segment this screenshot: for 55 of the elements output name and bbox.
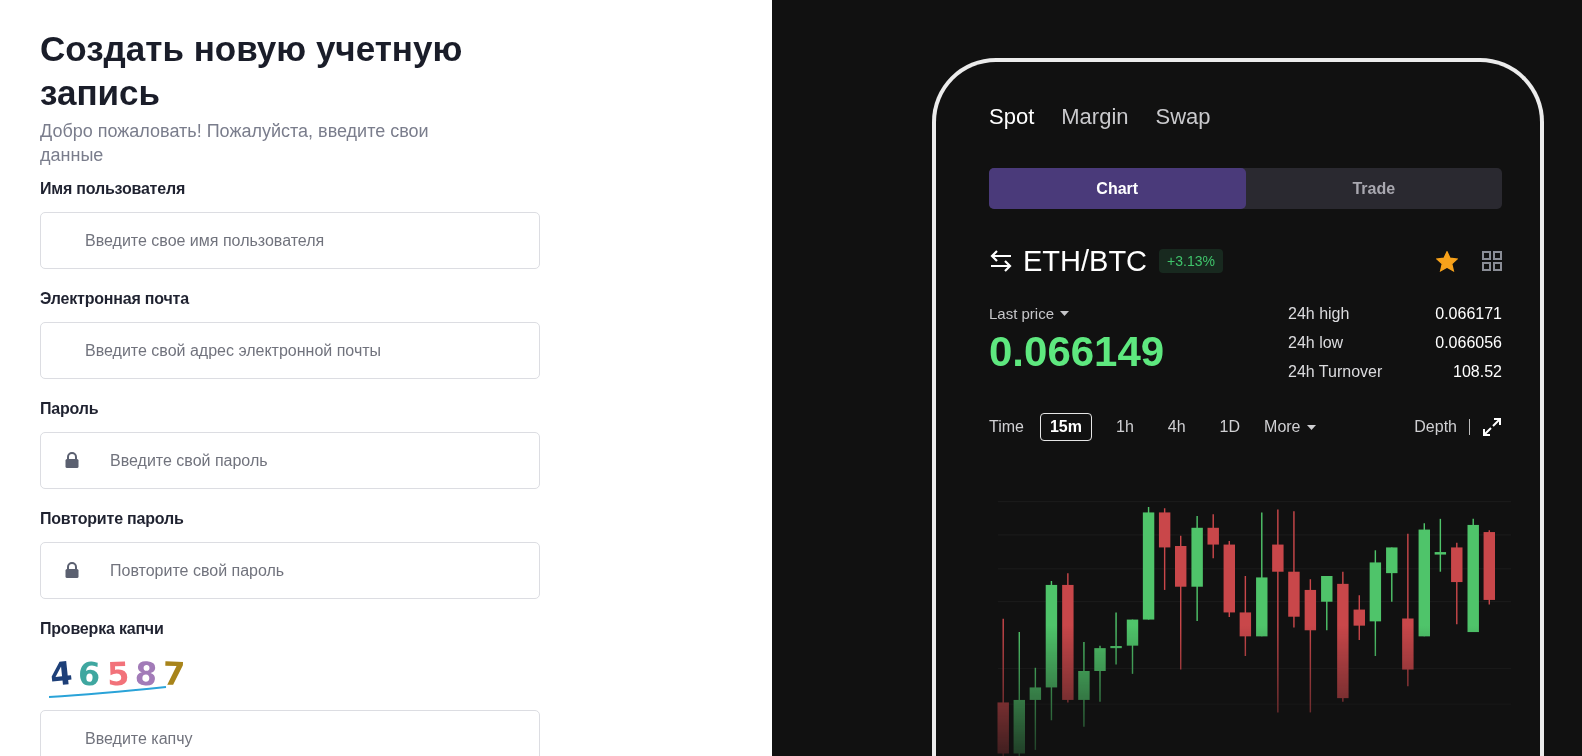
interval-tab[interactable]: 1D [1209,413,1251,441]
stat-label: 24h high [1288,304,1351,324]
market-tab[interactable]: Margin [1061,104,1129,130]
captcha-field[interactable]: Введите капчу [40,710,540,756]
page-title: Создать новую учетную запись [40,28,464,114]
stat-value: 108.52 [1452,362,1502,382]
swap-arrows-icon[interactable] [989,250,1013,272]
candle [1353,594,1365,641]
depth-button[interactable]: Depth [1414,418,1457,436]
field-label: Пароль [40,399,100,419]
captcha-character: 8 [133,653,159,695]
candle [1094,644,1106,703]
caret-icon[interactable] [1306,424,1316,430]
last-price: 0.066149 [989,328,1165,376]
welcome-text: Добро пожаловать! Пожалуйста, введите свои данные [40,120,430,167]
expand-icon[interactable] [1482,417,1502,437]
input-field[interactable]: Введите свой адрес электронной почты [40,322,540,379]
interval-tab[interactable]: 1h [1106,413,1144,441]
market-tab[interactable]: Spot [989,104,1035,130]
change-badge: +3.13% [1159,249,1223,273]
candle [1434,518,1447,573]
stat-label: 24h Turnover [1288,362,1384,382]
stat-label: 24h low [1288,333,1345,353]
captcha-character: 6 [77,653,102,695]
field-label: Повторите пароль [40,509,185,529]
password-field[interactable]: Повторите свой пароль [40,542,540,599]
market-tab[interactable]: Swap [1155,104,1211,130]
captcha-character: 4 [47,652,75,696]
more-button[interactable]: More [1264,418,1301,436]
time-label: Time [989,418,1024,436]
field-label: Электронная почта [40,289,191,309]
candle [1126,618,1139,675]
lock-icon [65,452,79,468]
trading-pair: ETH/BTC [1023,244,1148,278]
field-label: Имя пользователя [40,179,187,199]
lock-icon [65,562,79,578]
candle [1207,513,1219,559]
captcha-character: 5 [105,653,130,695]
candle [1386,546,1398,603]
password-field[interactable]: Введите свой пароль [40,432,540,489]
candle [1110,611,1122,666]
grid-icon[interactable] [1482,251,1502,271]
caret-icon[interactable] [1060,311,1070,316]
stat-value: 0.066171 [1434,304,1502,324]
candle [1321,575,1333,631]
interval-tab[interactable]: 4h [1157,413,1196,441]
view-tab[interactable]: Trade [1245,168,1502,209]
field-label: Проверка капчи [40,619,165,639]
captcha-character: 7 [162,653,186,695]
view-tab[interactable]: Chart [989,168,1246,209]
interval-tab[interactable]: 15m [1039,413,1092,441]
input-field[interactable]: Введите свое имя пользователя [40,212,540,269]
stat-value: 0.066056 [1434,333,1502,353]
star-icon[interactable] [1436,250,1458,272]
last-price-label[interactable]: Last price [989,305,1055,322]
